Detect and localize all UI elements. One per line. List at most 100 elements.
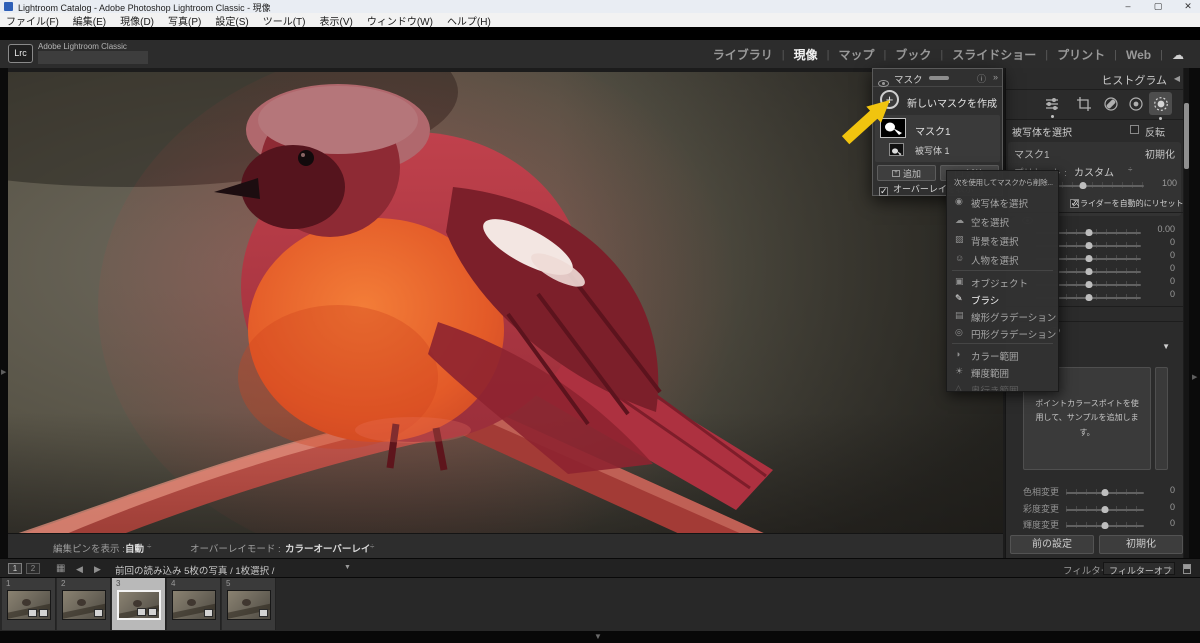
info-icon[interactable]: ⓘ (977, 72, 986, 85)
left-panel-strip[interactable]: ▶ (0, 68, 8, 558)
module-map[interactable]: マップ (839, 46, 875, 63)
menu-item-select-background[interactable]: ▨背景を選択 (947, 233, 1059, 249)
luminance-shift-slider[interactable] (1066, 521, 1144, 530)
menu-window[interactable]: ウィンドウ(W) (367, 13, 433, 28)
menu-item-select-subject[interactable]: ◉被写体を選択 (947, 195, 1059, 211)
menu-item-radial-gradient[interactable]: ◎円形グラデーション (947, 326, 1059, 342)
mask-overlay-eye-icon[interactable] (878, 80, 889, 87)
filmstrip-thumbnail-1[interactable]: 1 (2, 578, 56, 630)
slider-knob[interactable] (1085, 242, 1092, 249)
menu-item-linear-gradient[interactable]: ▤線形グラデーション (947, 309, 1059, 325)
second-window-button[interactable]: 2 (26, 563, 40, 574)
subject1-label[interactable]: 被写体 1 (915, 144, 950, 157)
filmstrip-thumbnail-2[interactable]: 2 (57, 578, 111, 630)
slider-knob[interactable] (1085, 281, 1092, 288)
bottom-panel-expand-icon[interactable]: ▼ (594, 632, 602, 641)
mask-panel-header[interactable]: マスク ⓘ » (873, 69, 1002, 87)
module-book[interactable]: ブック (895, 46, 931, 63)
drag-handle[interactable] (929, 76, 949, 80)
mask-reset-link[interactable]: 初期化 (1145, 146, 1175, 161)
menu-item-color-range[interactable]: ◑カラー範囲 (947, 348, 1059, 364)
histogram-collapse-icon[interactable]: ◀ (1174, 74, 1180, 83)
preset-value[interactable]: カスタム (1074, 164, 1114, 179)
hue-shift-slider[interactable] (1066, 488, 1144, 497)
filmstrip-thumbnail-3-selected[interactable]: 3 (112, 578, 166, 630)
filmstrip-thumbnail-4[interactable]: 4 (167, 578, 221, 630)
module-library[interactable]: ライブラリ (713, 46, 773, 63)
menu-view[interactable]: 表示(V) (319, 13, 352, 28)
red-eye-tool-icon[interactable] (1128, 96, 1144, 112)
thumbnail-image[interactable] (117, 590, 161, 620)
right-panel-strip[interactable]: ▶ (1189, 68, 1200, 558)
grid-view-icon[interactable]: ▦ (56, 563, 65, 574)
menu-item-select-sky[interactable]: ☁空を選択 (947, 214, 1059, 230)
menu-help[interactable]: ヘルプ(H) (447, 13, 491, 28)
thumbnail-image[interactable] (62, 590, 106, 620)
previous-photo-icon[interactable]: ◀ (76, 564, 83, 575)
crop-tool-icon[interactable] (1076, 96, 1092, 112)
thumbnail-image[interactable] (7, 590, 51, 620)
slider-knob[interactable] (1085, 294, 1092, 301)
mask1-label[interactable]: マスク1 (915, 123, 951, 138)
show-overlay-checkbox[interactable] (879, 187, 888, 196)
filmstrip-filter-toggle-icon[interactable] (1183, 564, 1191, 574)
previous-settings-button[interactable]: 前の設定 (1010, 535, 1094, 554)
left-panel-expand-icon[interactable]: ▶ (1, 368, 6, 376)
module-separator: | (940, 49, 943, 61)
module-print[interactable]: プリント (1057, 46, 1105, 63)
point-color-expand-icon[interactable]: ▼ (1162, 342, 1170, 351)
minimize-button[interactable]: – (1120, 0, 1136, 13)
cloud-sync-icon[interactable]: ☁ (1172, 48, 1184, 62)
create-new-mask-button[interactable]: + 新しいマスクを作成 (873, 87, 1002, 115)
source-caret-icon[interactable]: ▼ (344, 564, 351, 571)
module-web[interactable]: Web (1126, 48, 1151, 62)
module-slideshow[interactable]: スライドショー (952, 46, 1036, 63)
menu-tools[interactable]: ツール(T) (263, 13, 306, 28)
point-color-range-strip[interactable] (1155, 367, 1168, 470)
healing-tool-icon[interactable] (1103, 96, 1119, 112)
thumbnail-image[interactable] (172, 590, 216, 620)
maximize-button[interactable]: ▢ (1150, 0, 1166, 13)
module-develop[interactable]: 現像 (794, 46, 818, 63)
menu-item-select-people[interactable]: ☺人物を選択 (947, 252, 1059, 268)
menu-file[interactable]: ファイル(F) (6, 13, 59, 28)
menu-photo[interactable]: 写真(P) (168, 13, 201, 28)
overlay-mode-value[interactable]: カラーオーバーレイ (285, 541, 370, 555)
close-button[interactable]: ✕ (1180, 0, 1196, 13)
menu-item-objects[interactable]: ▣オブジェクト (947, 275, 1059, 291)
invert-checkbox[interactable] (1130, 125, 1139, 134)
reset-button[interactable]: 初期化 (1099, 535, 1183, 554)
filter-select[interactable]: フィルターオフ ÷ (1103, 562, 1175, 575)
mask-add-button[interactable]: + 追加 (877, 165, 936, 181)
edit-pins-value[interactable]: 自動 (125, 541, 144, 555)
thumbnail-image[interactable] (227, 590, 271, 620)
next-photo-icon[interactable]: ▶ (94, 564, 101, 575)
masking-tool-icon[interactable] (1153, 96, 1169, 112)
collapse-panel-icon[interactable]: » (993, 72, 998, 82)
menu-item-luminance-range[interactable]: ☀輝度範囲 (947, 365, 1059, 381)
slider-knob[interactable] (1102, 489, 1109, 496)
edit-pins-stepper-icon[interactable]: ÷ (147, 542, 151, 551)
filmstrip-source-status[interactable]: 前回の読み込み 5枚の写真 / 1枚選択 / (115, 563, 274, 577)
histogram-section[interactable]: ヒストグラム ◀ (1006, 68, 1183, 90)
slider-knob[interactable] (1102, 506, 1109, 513)
adjustment-badge-icon (94, 609, 103, 617)
overlay-mode-stepper-icon[interactable]: ÷ (370, 542, 374, 551)
slider-knob[interactable] (1085, 255, 1092, 262)
preset-stepper-icon[interactable]: ÷ (1128, 165, 1132, 174)
slider-knob[interactable] (1085, 268, 1092, 275)
slider-knob[interactable] (1102, 522, 1109, 529)
basic-adjustments-icon[interactable] (1044, 96, 1060, 112)
menu-item-brush[interactable]: ✎ブラシ (947, 292, 1059, 308)
main-window-button[interactable]: 1 (8, 563, 22, 574)
filmstrip-thumbnail-5[interactable]: 5 (222, 578, 276, 630)
slider-knob[interactable] (1085, 229, 1092, 236)
menu-edit[interactable]: 編集(E) (73, 13, 106, 28)
right-panel-expand-icon[interactable]: ▶ (1192, 373, 1197, 381)
color-range-icon: ◑ (955, 349, 967, 359)
slider-knob[interactable] (1080, 182, 1087, 189)
bottom-panel-strip[interactable]: ▼ (0, 631, 1200, 643)
saturation-shift-slider[interactable] (1066, 505, 1144, 514)
menu-develop[interactable]: 現像(D) (120, 13, 154, 28)
menu-settings[interactable]: 設定(S) (215, 13, 248, 28)
